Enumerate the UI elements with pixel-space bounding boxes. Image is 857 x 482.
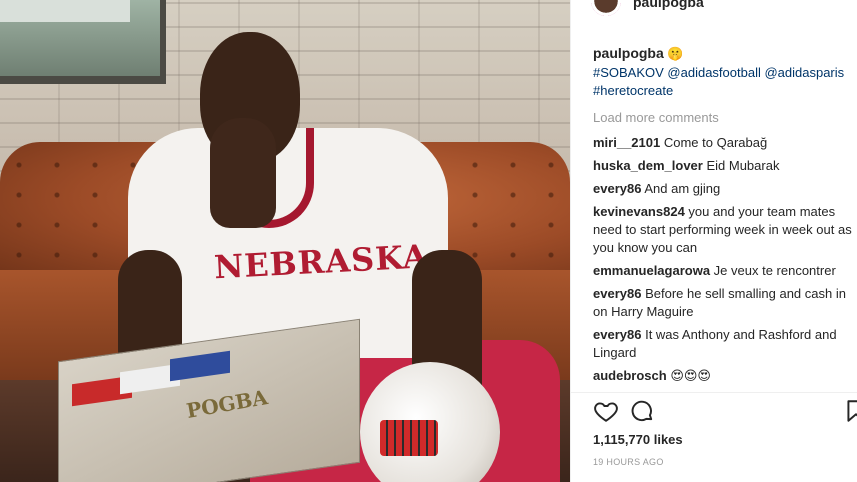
comment-username[interactable]: every86 <box>593 327 641 342</box>
divider <box>571 392 857 393</box>
heart-icon[interactable] <box>593 398 619 424</box>
comments-scroll-area[interactable]: paulpogba paulpogba 🤫 #SOBAKOV @adidasfo… <box>571 0 857 392</box>
likes-count[interactable]: 1,115,770 likes <box>593 432 683 447</box>
load-more-comments-link[interactable]: Load more comments <box>593 109 853 127</box>
comment: every86 And am gjing <box>593 180 853 198</box>
post-side-panel: paulpogba paulpogba 🤫 #SOBAKOV @adidasfo… <box>570 0 857 482</box>
comment-text: Eid Mubarak <box>706 158 780 173</box>
caption-username[interactable]: paulpogba <box>593 45 664 61</box>
comment-text: Je veux te rencontrer <box>713 263 836 278</box>
comment-username[interactable]: miri__2101 <box>593 135 660 150</box>
post-photo[interactable]: NEBRASKA POGBA <box>0 0 570 482</box>
comments-list: paulpogba 🤫 #SOBAKOV @adidasfootball @ad… <box>593 44 853 392</box>
comment: audebrosch 😍😍😍 <box>593 367 853 386</box>
post-actions <box>593 398 857 426</box>
comment-username[interactable]: huska_dem_lover <box>593 158 703 173</box>
shush-emoji: 🤫 <box>667 47 684 62</box>
comment: kevinevans824 you and your team mates ne… <box>593 203 853 257</box>
caption: paulpogba 🤫 #SOBAKOV @adidasfootball @ad… <box>593 44 853 100</box>
comment: huska_dem_lover Eid Mubarak <box>593 157 853 175</box>
football-panel <box>380 420 438 456</box>
comment-text: 😍😍😍 <box>670 369 711 384</box>
comment: miri__2101 Come to Qarabağ <box>593 134 853 152</box>
comment: emmanuelagarowa Je veux te rencontrer <box>593 262 853 280</box>
comment-text: Come to Qarabağ <box>663 135 768 150</box>
comment-username[interactable]: every86 <box>593 286 641 301</box>
window-pane <box>0 0 130 22</box>
comment-text: And am gjing <box>644 181 721 196</box>
comment-username[interactable]: emmanuelagarowa <box>593 263 710 278</box>
window <box>0 0 166 84</box>
comment-username[interactable]: audebrosch <box>593 368 667 383</box>
comment: every86 It was Anthony and Rashford and … <box>593 326 853 362</box>
caption-tags[interactable]: #SOBAKOV @adidasfootball @adidasparis #h… <box>593 65 844 98</box>
post-timestamp[interactable]: 19 HOURS AGO <box>593 457 664 467</box>
avatar[interactable] <box>591 0 621 16</box>
bookmark-icon[interactable] <box>843 398 857 424</box>
header-username[interactable]: paulpogba <box>633 0 704 10</box>
person-hand-shush <box>210 118 276 228</box>
comment-bubble-icon[interactable] <box>629 398 655 424</box>
comment-username[interactable]: kevinevans824 <box>593 204 685 219</box>
comment: every86 Before he sell smalling and cash… <box>593 285 853 321</box>
comment-username[interactable]: every86 <box>593 181 641 196</box>
